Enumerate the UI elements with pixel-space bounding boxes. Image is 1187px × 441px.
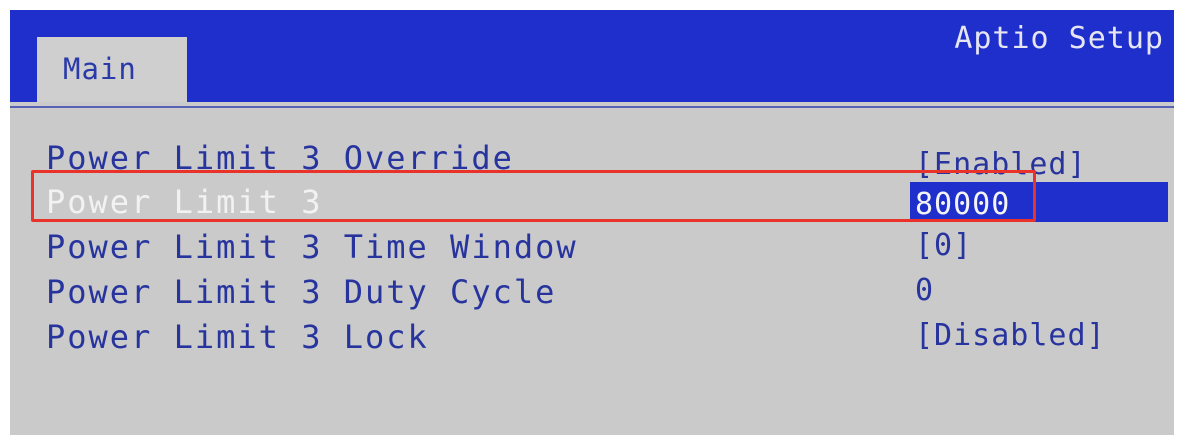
- setting-label: Power Limit 3 Time Window: [46, 228, 578, 266]
- bios-setup-screen: Aptio Setup Main Power Limit 3 Override …: [10, 10, 1174, 435]
- setting-value[interactable]: 0: [915, 276, 934, 306]
- setting-power-limit-3-duty-cycle[interactable]: Power Limit 3 Duty Cycle 0: [10, 272, 1174, 314]
- setting-label: Power Limit 3 Duty Cycle: [46, 273, 557, 311]
- setting-value[interactable]: [0]: [915, 231, 972, 261]
- setting-label: Power Limit 3 Lock: [46, 318, 429, 356]
- setting-value[interactable]: [Disabled]: [915, 321, 1106, 351]
- settings-list: Power Limit 3 Override [Enabled] Power L…: [10, 10, 1174, 435]
- annotation-highlight-box: [31, 170, 1036, 222]
- setting-power-limit-3-time-window[interactable]: Power Limit 3 Time Window [0]: [10, 227, 1174, 269]
- setting-power-limit-3-lock[interactable]: Power Limit 3 Lock [Disabled]: [10, 317, 1174, 359]
